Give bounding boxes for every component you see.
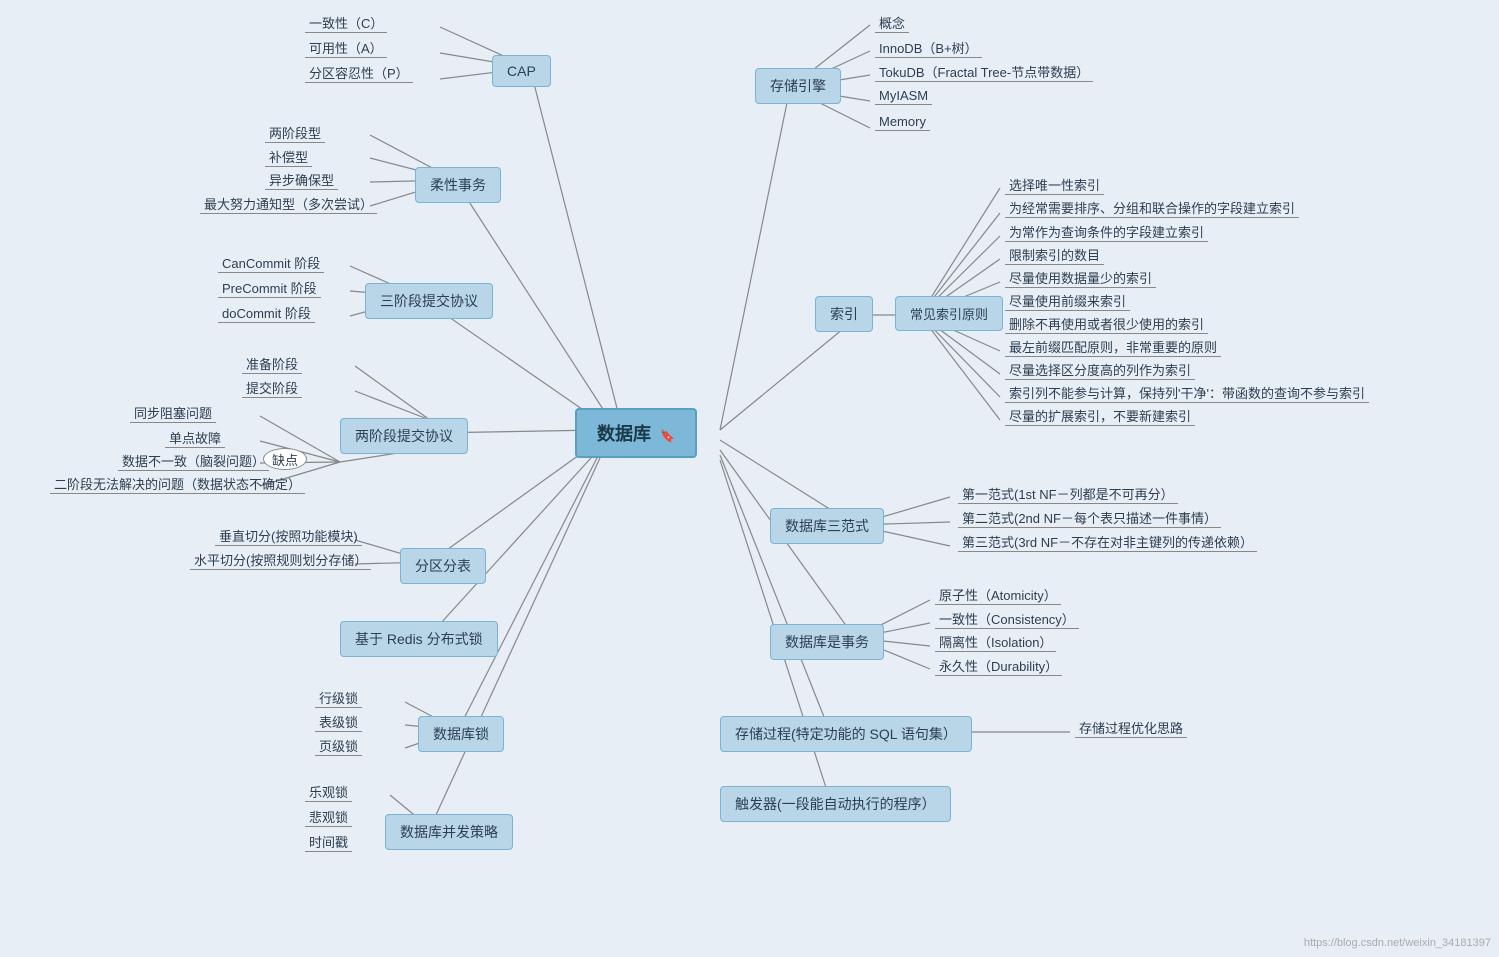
leaf-durability: 永久性（Durability）	[935, 656, 1062, 675]
leaf-partition-tolerance: 分区容忍性（P）	[305, 63, 413, 82]
redis-lock-label: 基于 Redis 分布式锁	[340, 621, 498, 657]
partition-node: 分区分表	[400, 548, 486, 584]
index-principle-label: 常见索引原则	[895, 296, 1003, 331]
storage-engine-label: 存储引擎	[755, 68, 841, 104]
3phase-node: 三阶段提交协议	[365, 283, 493, 319]
stored-proc-label: 存储过程(特定功能的 SQL 语句集）	[720, 716, 972, 752]
leaf-extend-index: 尽量的扩展索引，不要新建索引	[1005, 406, 1195, 425]
leaf-compensation: 补偿型	[265, 147, 312, 166]
trigger-node: 触发器(一段能自动执行的程序）	[720, 786, 951, 822]
three-normal-node: 数据库三范式	[770, 508, 884, 544]
leaf-consistency-c: 一致性（C）	[305, 13, 387, 32]
leaf-precommit: PreCommit 阶段	[218, 278, 321, 297]
leaf-query-index: 为常作为查询条件的字段建立索引	[1005, 222, 1208, 241]
leaf-table-lock: 表级锁	[315, 712, 362, 731]
leaf-availability: 可用性（A）	[305, 38, 387, 57]
index-principle-node: 常见索引原则	[895, 296, 1003, 331]
leaf-horizontal-split: 水平切分(按照规则划分存储）	[190, 550, 371, 569]
leaf-myiasm: MyIASM	[875, 88, 932, 103]
stored-proc-node: 存储过程(特定功能的 SQL 语句集）	[720, 716, 972, 752]
leaf-async-ensure: 异步确保型	[265, 170, 338, 189]
leaf-sort-index: 为经常需要排序、分组和联合操作的字段建立索引	[1005, 198, 1299, 217]
redis-lock-node: 基于 Redis 分布式锁	[340, 621, 498, 657]
leaf-2phase-unresolved: 二阶段无法解决的问题（数据状态不确定）	[50, 474, 305, 493]
index-node: 索引	[815, 296, 873, 332]
leaf-optimistic: 乐观锁	[305, 782, 352, 801]
leaf-sync-block: 同步阻塞问题	[130, 403, 216, 422]
leaf-pessimistic: 悲观锁	[305, 807, 352, 826]
leaf-cancommit: CanCommit 阶段	[218, 253, 324, 272]
leaf-small-data-index: 尽量使用数据量少的索引	[1005, 268, 1156, 287]
soft-tx-node: 柔性事务	[415, 167, 501, 203]
leaf-prefix-index: 尽量使用前缀来索引	[1005, 291, 1130, 310]
acid-node: 数据库是事务	[770, 624, 884, 660]
leaf-timestamp: 时间戳	[305, 832, 352, 851]
leaf-vertical-split: 垂直切分(按照功能模块)	[215, 526, 362, 545]
leaf-concept: 概念	[875, 13, 909, 32]
concurrency-node: 数据库并发策略	[385, 814, 513, 850]
leaf-selectivity-index: 尽量选择区分度高的列作为索引	[1005, 360, 1195, 379]
leaf-commit-phase: 提交阶段	[242, 378, 302, 397]
cap-node: CAP	[492, 55, 551, 87]
db-lock-label: 数据库锁	[418, 716, 504, 752]
leaf-isolation: 隔离性（Isolation）	[935, 632, 1056, 651]
center-text: 数据库	[597, 424, 651, 444]
leaf-memory: Memory	[875, 114, 930, 129]
leaf-tokudb: TokuDB（Fractal Tree-节点带数据）	[875, 62, 1093, 81]
leaf-docommit: doCommit 阶段	[218, 303, 315, 322]
2phase-label: 两阶段提交协议	[340, 418, 468, 454]
leaf-delete-index: 删除不再使用或者很少使用的索引	[1005, 314, 1208, 333]
leaf-best-effort: 最大努力通知型（多次尝试）	[200, 194, 377, 213]
cap-label: CAP	[492, 55, 551, 87]
center-label: 数据库 🔖	[575, 408, 697, 458]
leaf-2nf: 第二范式(2nd NF－每个表只描述一件事情）	[958, 508, 1221, 527]
leaf-3nf: 第三范式(3rd NF－不存在对非主键列的传递依赖）	[958, 532, 1257, 551]
leaf-1nf: 第一范式(1st NF－列都是不可再分）	[958, 484, 1178, 503]
center-icon: 🔖	[660, 429, 675, 443]
partition-label: 分区分表	[400, 548, 486, 584]
center-node: 数据库 🔖	[575, 408, 697, 458]
leaf-single-point: 单点故障	[165, 428, 225, 447]
leaf-limit-index: 限制索引的数目	[1005, 245, 1104, 264]
2phase-node: 两阶段提交协议	[340, 418, 468, 454]
acid-label: 数据库是事务	[770, 624, 884, 660]
watermark: https://blog.csdn.net/weixin_34181397	[1304, 937, 1491, 949]
three-normal-label: 数据库三范式	[770, 508, 884, 544]
leaf-no-calc-index: 索引列不能参与计算，保持列'干净'：带函数的查询不参与索引	[1005, 383, 1369, 402]
leaf-prepare: 准备阶段	[242, 354, 302, 373]
3phase-label: 三阶段提交协议	[365, 283, 493, 319]
leaf-stored-proc-opt: 存储过程优化思路	[1075, 718, 1187, 737]
leaf-atomicity: 原子性（Atomicity）	[935, 585, 1061, 604]
leaf-page-lock: 页级锁	[315, 736, 362, 755]
leaf-innodb: InnoDB（B+树）	[875, 38, 982, 57]
defect-node: 缺点	[263, 448, 307, 470]
concurrency-label: 数据库并发策略	[385, 814, 513, 850]
index-label: 索引	[815, 296, 873, 332]
db-lock-node: 数据库锁	[418, 716, 504, 752]
trigger-label: 触发器(一段能自动执行的程序）	[720, 786, 951, 822]
leaf-unique-index: 选择唯一性索引	[1005, 175, 1104, 194]
leaf-leftmost-index: 最左前缀匹配原则，非常重要的原则	[1005, 337, 1221, 356]
storage-engine-node: 存储引擎	[755, 68, 841, 104]
leaf-2phase-type: 两阶段型	[265, 123, 325, 142]
soft-tx-label: 柔性事务	[415, 167, 501, 203]
leaf-brain-split: 数据不一致（脑裂问题）	[118, 451, 269, 470]
leaf-consistency: 一致性（Consistency）	[935, 609, 1079, 628]
leaf-row-lock: 行级锁	[315, 688, 362, 707]
